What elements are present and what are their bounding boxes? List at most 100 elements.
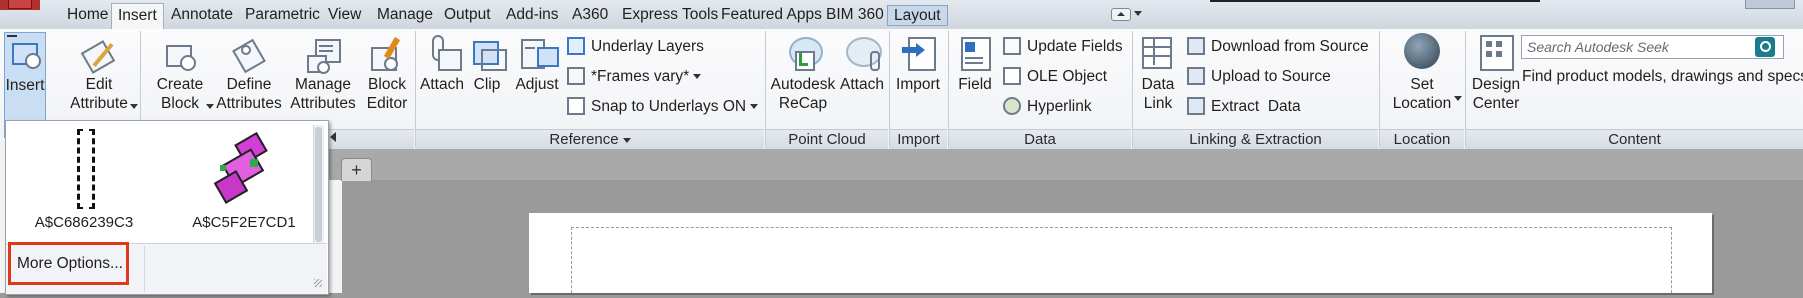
manage-attributes-label-2: Attributes (290, 95, 356, 112)
block-editor-button[interactable]: Block Editor (362, 33, 412, 113)
block-thumbnail (73, 129, 95, 209)
clip-icon (467, 33, 507, 75)
tab-express-tools[interactable]: Express Tools (616, 3, 724, 26)
application-menu-icon[interactable] (0, 0, 40, 10)
update-fields-label: Update Fields (1027, 38, 1123, 55)
tab-bim-360[interactable]: BIM 360 (820, 3, 890, 26)
attach-point-cloud-label: Attach (840, 76, 884, 93)
layers-icon (567, 36, 585, 55)
tab-featured-apps[interactable]: Featured Apps (715, 3, 828, 26)
new-tab-button[interactable]: + (341, 158, 372, 181)
clip-button[interactable]: Clip (467, 33, 507, 94)
update-fields-icon (1003, 36, 1021, 55)
tab-layout[interactable]: Layout (887, 5, 948, 26)
chevron-down-icon (622, 137, 631, 143)
panel-title-location: Location (1380, 129, 1464, 149)
import-button[interactable]: Import (892, 33, 944, 94)
more-options-button[interactable]: More Options... (8, 242, 129, 285)
tab-manage[interactable]: Manage (371, 3, 439, 26)
field-button[interactable]: Field (952, 33, 998, 94)
panel-title-import: Import (890, 129, 947, 149)
edit-attribute-button[interactable]: Edit Attribute (64, 33, 138, 113)
tab-output[interactable]: Output (438, 3, 497, 26)
block-editor-label-2: Editor (366, 95, 408, 112)
define-attributes-icon (229, 33, 269, 75)
chevron-down-icon (693, 74, 702, 80)
clip-label: Clip (473, 76, 501, 93)
update-fields-button[interactable]: Update Fields (1003, 35, 1123, 59)
manage-attributes-icon (303, 33, 343, 75)
resize-grip-icon[interactable] (314, 279, 322, 287)
recap-label-1: Autodesk (770, 76, 836, 93)
tab-annotate[interactable]: Annotate (165, 3, 239, 26)
download-from-source-label: Download from Source (1211, 38, 1369, 55)
edit-attribute-label-1: Edit (85, 76, 113, 93)
download-from-source-button[interactable]: Download from Source (1187, 35, 1369, 59)
attach-reference-button[interactable]: Attach (417, 33, 467, 94)
gallery-item-label: A$C5F2E7CD1 (192, 214, 296, 231)
printable-area-border (571, 227, 1672, 298)
create-block-button[interactable]: Create Block (150, 33, 214, 113)
scrollbar-thumb[interactable] (315, 127, 322, 242)
design-center-icon (1476, 33, 1516, 75)
adjust-label: Adjust (515, 76, 559, 93)
create-block-icon (160, 33, 200, 75)
set-location-button[interactable]: Set Location (1388, 33, 1462, 113)
hyperlink-button[interactable]: Hyperlink (1003, 95, 1092, 119)
recap-label-2: ReCap (778, 95, 828, 112)
chevron-down-icon (130, 104, 138, 109)
tab-home[interactable]: Home (61, 3, 114, 26)
point-cloud-icon (842, 33, 882, 75)
insert-label: Insert (5, 77, 45, 94)
block-panel-title-bar[interactable] (327, 129, 414, 149)
underlay-layers-label: Underlay Layers (591, 38, 704, 55)
globe-icon (1402, 33, 1442, 75)
set-location-label-1: Set (1410, 76, 1434, 93)
document-tab-bar (325, 149, 1803, 180)
chevron-left-icon[interactable] (330, 132, 336, 142)
frame-icon (567, 66, 585, 85)
define-attributes-label-1: Define (226, 76, 272, 93)
import-icon (898, 33, 938, 75)
frames-vary-dropdown[interactable]: *Frames vary* (567, 65, 702, 89)
design-center-button[interactable]: Design Center (1469, 33, 1523, 113)
attach-point-cloud-button[interactable]: Attach (838, 33, 886, 94)
data-link-button[interactable]: Data Link (1137, 33, 1179, 113)
download-icon (1187, 36, 1205, 55)
tab-view[interactable]: View (322, 3, 367, 26)
edit-attribute-label-2: Attribute (70, 95, 128, 112)
panel-title-content: Content (1466, 129, 1803, 149)
edit-attribute-icon (79, 33, 119, 75)
seek-search-icon[interactable] (1755, 37, 1775, 57)
underlay-layers-button[interactable]: Underlay Layers (567, 35, 704, 59)
tab-parametric[interactable]: Parametric (239, 3, 326, 26)
data-link-icon (1138, 33, 1178, 75)
field-icon (955, 33, 995, 75)
chevron-down-icon (750, 104, 759, 110)
gallery-item[interactable]: A$C5F2E7CD1 (188, 129, 300, 231)
chevron-down-icon[interactable] (1134, 11, 1142, 16)
seek-search-input[interactable] (1521, 35, 1784, 59)
manage-attributes-button[interactable]: Manage Attributes (288, 33, 358, 113)
extract-data-button[interactable]: Extract Data (1187, 95, 1301, 119)
reference-panel-label: Reference (549, 131, 619, 148)
define-attributes-button[interactable]: Define Attributes (214, 33, 284, 113)
gallery-item[interactable]: A$C686239C3 (28, 129, 140, 231)
extract-data-icon (1187, 96, 1205, 115)
snap-to-underlays-dropdown[interactable]: Snap to Underlays ON (567, 95, 759, 119)
tab-a360[interactable]: A360 (566, 3, 614, 26)
autodesk-recap-button[interactable]: Autodesk ReCap (768, 33, 838, 113)
hyperlink-label: Hyperlink (1027, 98, 1092, 115)
footer-divider (144, 246, 145, 292)
tab-insert[interactable]: Insert (111, 3, 164, 30)
window-controls[interactable] (1745, 0, 1795, 9)
upload-to-source-button[interactable]: Upload to Source (1187, 65, 1331, 89)
frames-vary-label: *Frames vary* (591, 68, 690, 85)
adjust-icon (517, 33, 559, 75)
ole-object-button[interactable]: OLE Object (1003, 65, 1107, 89)
attach-label: Attach (420, 76, 464, 93)
panel-title-reference[interactable]: Reference (416, 129, 764, 149)
minimize-ribbon-icon[interactable] (1111, 8, 1131, 21)
adjust-button[interactable]: Adjust (512, 33, 562, 94)
tab-add-ins[interactable]: Add-ins (500, 3, 565, 26)
